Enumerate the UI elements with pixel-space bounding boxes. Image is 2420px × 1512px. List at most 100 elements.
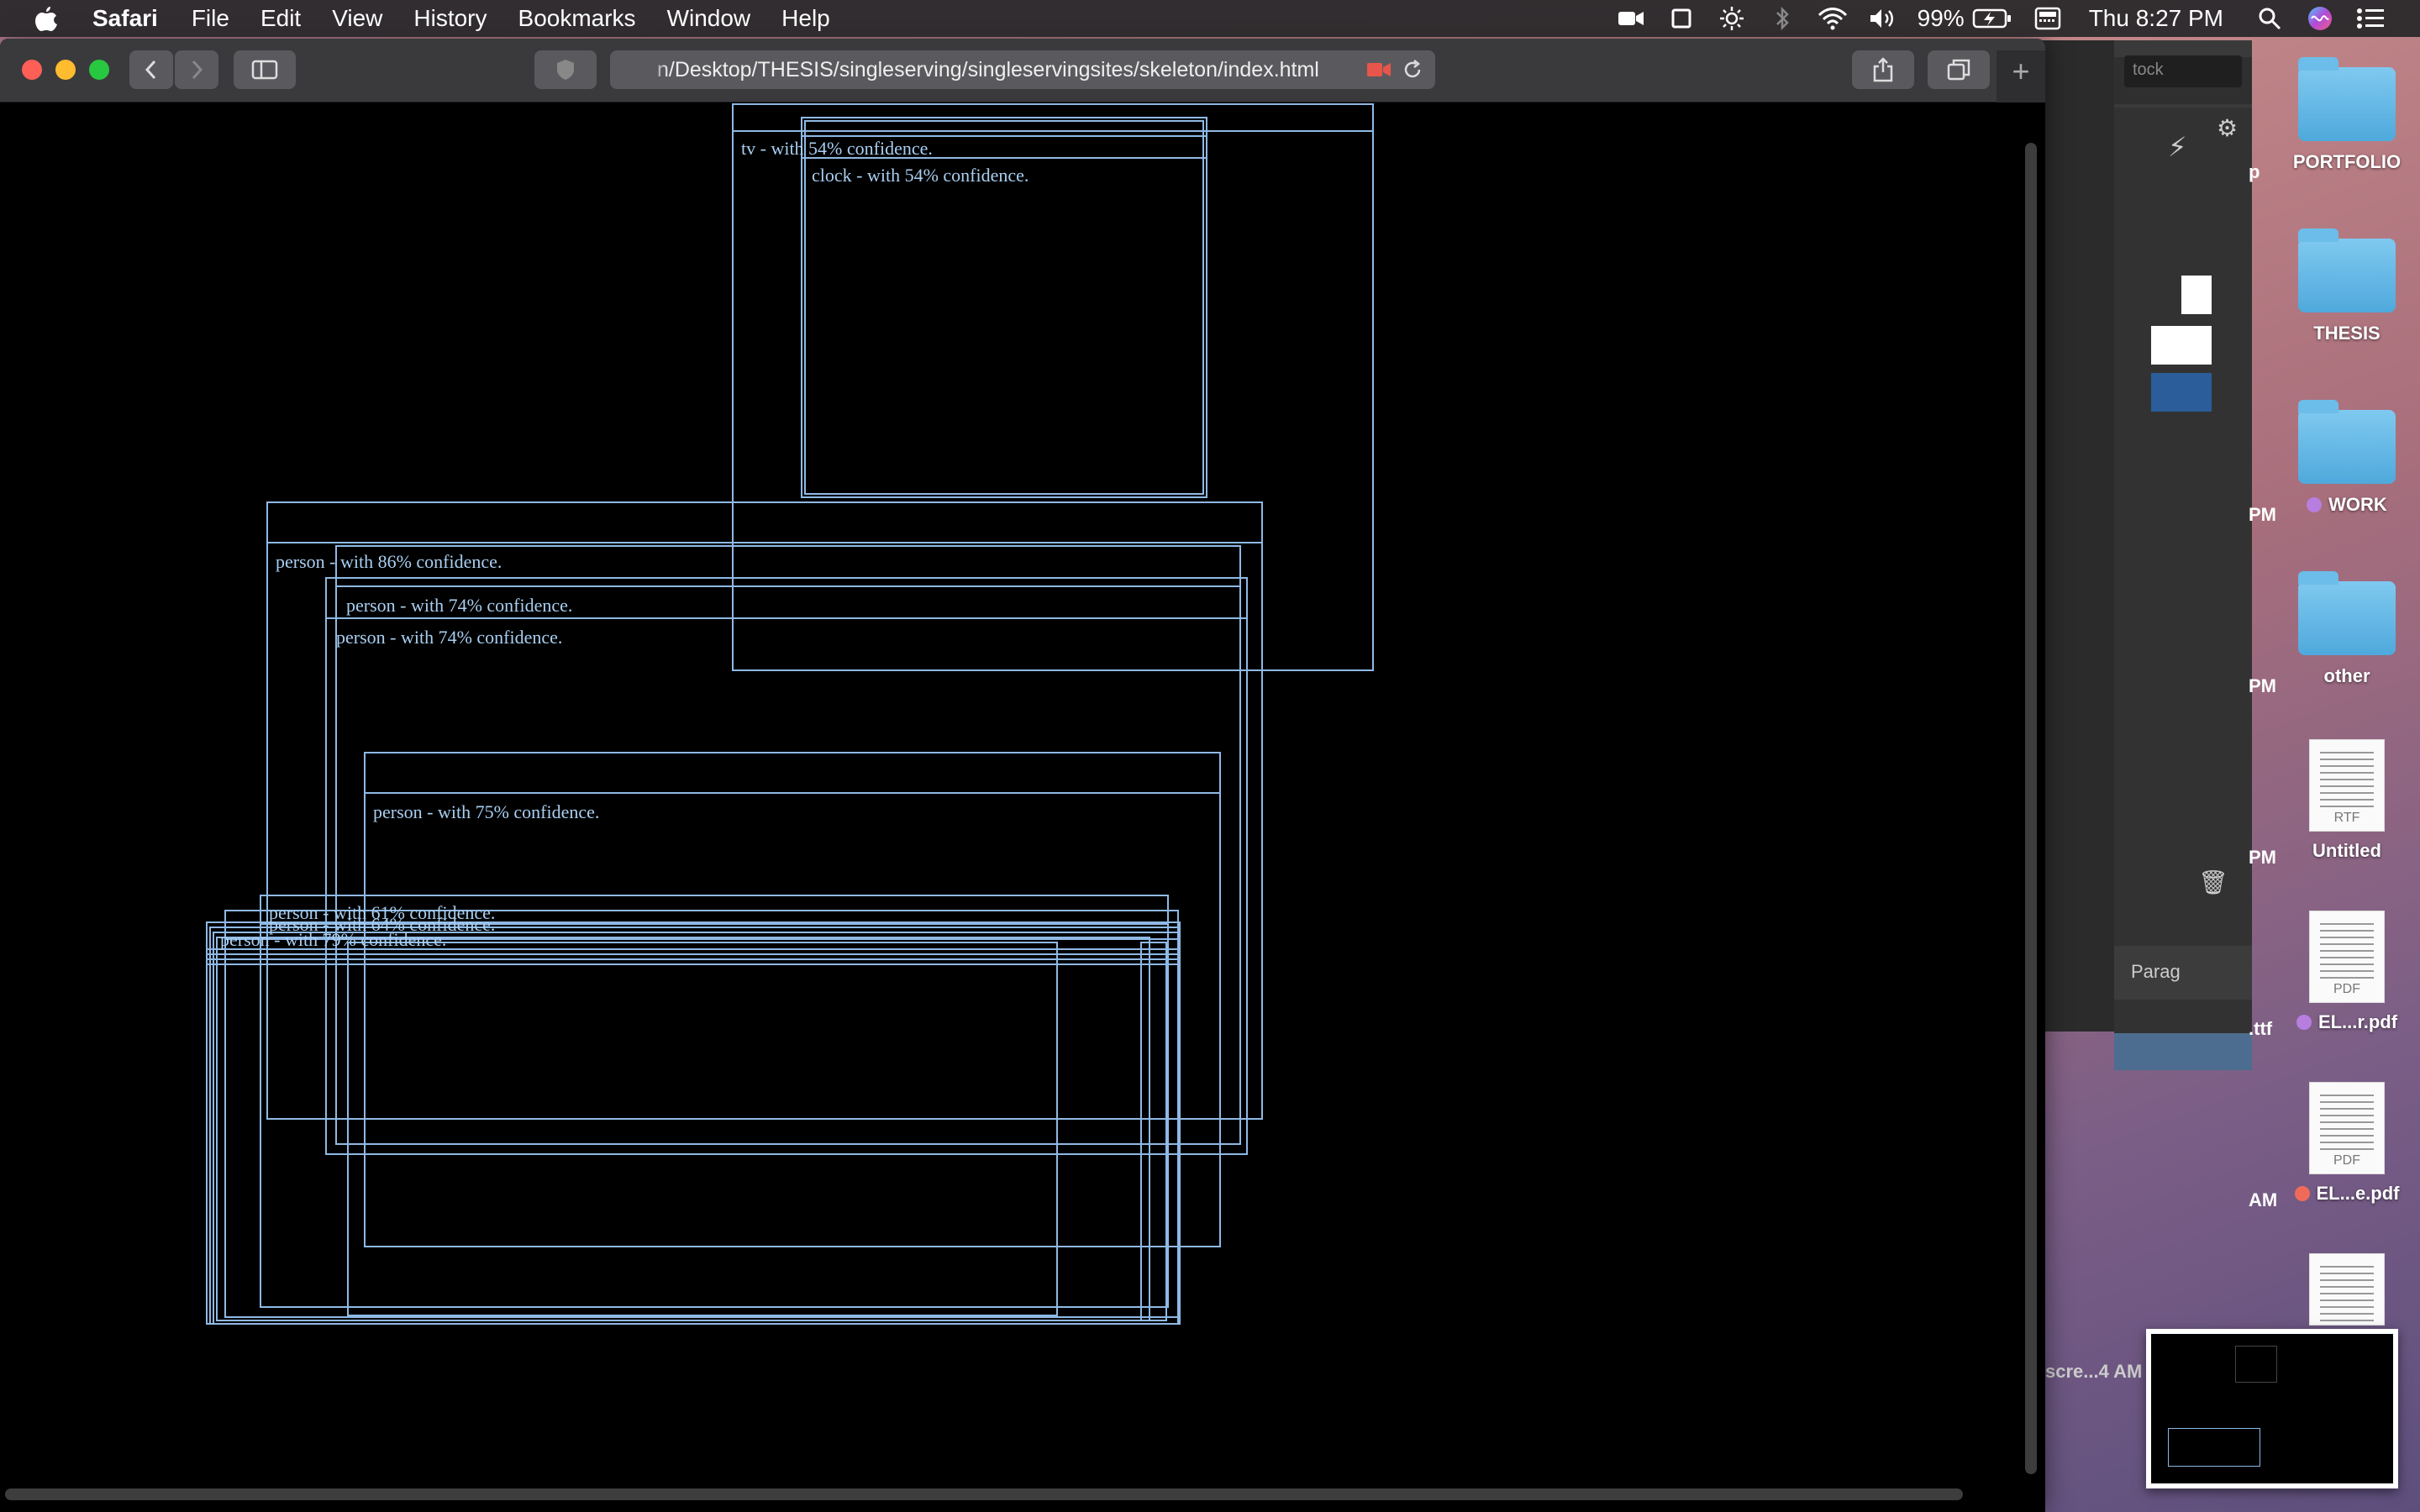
desktop-folder-other[interactable]: other <box>2275 571 2418 687</box>
spotlight-search-icon[interactable] <box>2254 6 2286 31</box>
detection-box-person <box>260 895 1169 1308</box>
new-tab-button[interactable]: + <box>1996 50 2045 102</box>
layer-thumb[interactable] <box>2151 326 2212 365</box>
detection-label-person: person - with 86% confidence. <box>276 551 502 572</box>
share-button[interactable] <box>1852 50 1914 89</box>
menu-help[interactable]: Help <box>781 5 830 32</box>
paragraph-panel-tab[interactable]: Parag <box>2114 946 2252 1000</box>
detection-label-person: person - with 75% confidence. <box>373 801 599 822</box>
desktop-file-untitled[interactable]: RTF Untitled <box>2275 739 2418 862</box>
detection-overlay: tv - with 54% confidence. clock - with 5… <box>206 103 1374 1325</box>
pdf-icon: PDF <box>2309 1082 2385 1174</box>
detection-label-person: person - with 74% confidence. <box>336 627 562 648</box>
menu-file[interactable]: File <box>192 5 229 32</box>
gear-icon[interactable]: ⚙ <box>2217 114 2238 142</box>
detection-label-tv: tv - with 54% confidence. <box>741 138 933 159</box>
shield-icon <box>557 60 574 80</box>
detection-label-person: person - with 74% confidence. <box>346 595 572 616</box>
document-icon: RTF <box>2309 739 2385 832</box>
privacy-report-button[interactable] <box>534 50 597 89</box>
camera-recording-icon[interactable] <box>1366 60 1392 79</box>
address-bar[interactable]: n/Desktop/THESIS/singleserving/singleser… <box>610 50 1435 89</box>
minimize-window-button[interactable] <box>55 60 76 80</box>
desktop-folder-portfolio[interactable]: PORTFOLIO <box>2275 57 2418 173</box>
forward-button[interactable] <box>175 50 218 89</box>
desktop-file-el-e-pdf[interactable]: PDF EL...e.pdf <box>2275 1082 2418 1205</box>
screen-mirror-icon[interactable] <box>1665 6 1697 31</box>
menubar: Safari File Edit View History Bookmarks … <box>0 0 2420 37</box>
purple-tag-dot <box>2307 497 2323 512</box>
desktop-partial-label: .ttf <box>2249 1018 2273 1039</box>
detection-label-clock: clock - with 54% confidence. <box>812 165 1028 186</box>
desktop-partial-label: PM <box>2249 504 2276 525</box>
reload-icon[interactable] <box>1402 59 1423 81</box>
page-content: tv - with 54% confidence. clock - with 5… <box>0 102 2045 1512</box>
wifi-icon[interactable] <box>1817 6 1849 31</box>
back-button[interactable] <box>129 50 173 89</box>
chevron-left-icon <box>145 60 156 80</box>
trash-icon[interactable]: 🗑 <box>2198 869 2228 896</box>
desktop-folder-work[interactable]: WORK <box>2275 400 2418 516</box>
siri-icon[interactable] <box>2304 6 2336 31</box>
desktop-partial-label: PM <box>2249 847 2276 868</box>
detection-box-person <box>224 910 1179 1318</box>
chevron-right-icon <box>192 60 203 80</box>
vertical-scrollbar[interactable] <box>2025 143 2037 1474</box>
folder-icon <box>2298 57 2396 141</box>
menubar-clock[interactable]: Thu 8:27 PM <box>2089 5 2223 32</box>
desktop-file-partial[interactable] <box>2275 1253 2418 1334</box>
desktop-partial-label: PM <box>2249 675 2276 696</box>
notification-center-icon[interactable] <box>2354 6 2386 31</box>
desktop-icon-label: WORK <box>2328 494 2387 515</box>
desktop-icon-label: other <box>2323 665 2370 686</box>
horizontal-scrollbar[interactable] <box>5 1488 1963 1500</box>
desktop-icon-label: EL...e.pdf <box>2316 1183 2400 1204</box>
folder-icon <box>2298 228 2396 312</box>
battery-percentage: 99% <box>1917 5 1965 31</box>
menu-bookmarks[interactable]: Bookmarks <box>518 5 636 32</box>
desktop-icon-label: EL...r.pdf <box>2317 1011 2398 1032</box>
desktop-partial-label: p <box>2249 161 2260 182</box>
background-app-window[interactable]: tock ⚡ ⚙ 🗑 Parag <box>2033 40 2252 1070</box>
sidebar-icon <box>251 60 278 80</box>
desktop-icon-label: Untitled <box>2312 840 2381 861</box>
desktop-partial-label: scre...4 AM <box>2045 1361 2143 1382</box>
share-icon <box>1873 57 1893 82</box>
layers-panel <box>2114 108 2252 1065</box>
background-app-canvas <box>2033 40 2114 1032</box>
bluetooth-icon[interactable] <box>1766 6 1798 31</box>
sidebar-button[interactable] <box>234 50 296 89</box>
desktop-folder-thesis[interactable]: THESIS <box>2275 228 2418 344</box>
menu-edit[interactable]: Edit <box>260 5 301 32</box>
app-menu-safari[interactable]: Safari <box>92 5 158 32</box>
menu-view[interactable]: View <box>332 5 382 32</box>
desktop-icon-label: THESIS <box>2313 323 2381 344</box>
lightning-icon[interactable]: ⚡ <box>2168 131 2186 163</box>
layer-thumb[interactable] <box>2181 276 2212 314</box>
detection-box-tv <box>732 103 1374 671</box>
browser-toolbar: n/Desktop/THESIS/singleserving/singleser… <box>0 39 2045 102</box>
tab-overview-button[interactable] <box>1928 50 1990 89</box>
desktop-icon-label: PORTFOLIO <box>2292 151 2402 172</box>
desktop-file-el-r-pdf[interactable]: PDF EL...r.pdf <box>2275 911 2418 1033</box>
screenshot-thumbnail[interactable] <box>2146 1329 2398 1488</box>
close-window-button[interactable] <box>22 60 42 80</box>
selected-row[interactable] <box>2114 1033 2252 1070</box>
detection-label-person: person - with 79% confidence. <box>220 929 446 950</box>
menu-history[interactable]: History <box>413 5 487 32</box>
screenshot-preview <box>2151 1334 2393 1483</box>
layer-thumb[interactable] <box>2151 373 2212 412</box>
red-tag-dot <box>2294 1186 2310 1201</box>
brightness-icon[interactable] <box>1716 6 1748 31</box>
safari-window: n/Desktop/THESIS/singleserving/singleser… <box>0 39 2045 1512</box>
video-camera-icon[interactable] <box>1615 6 1647 31</box>
volume-icon[interactable] <box>1867 6 1899 31</box>
menu-window[interactable]: Window <box>667 5 751 32</box>
stock-search-input[interactable]: tock <box>2124 55 2242 87</box>
battery-charging-icon[interactable] <box>1971 6 2013 31</box>
keyboard-flag-icon[interactable] <box>2032 6 2064 31</box>
zoom-window-button[interactable] <box>89 60 109 80</box>
folder-icon <box>2298 571 2396 655</box>
detection-box-person <box>364 752 1221 1247</box>
apple-menu-icon[interactable] <box>0 5 92 32</box>
